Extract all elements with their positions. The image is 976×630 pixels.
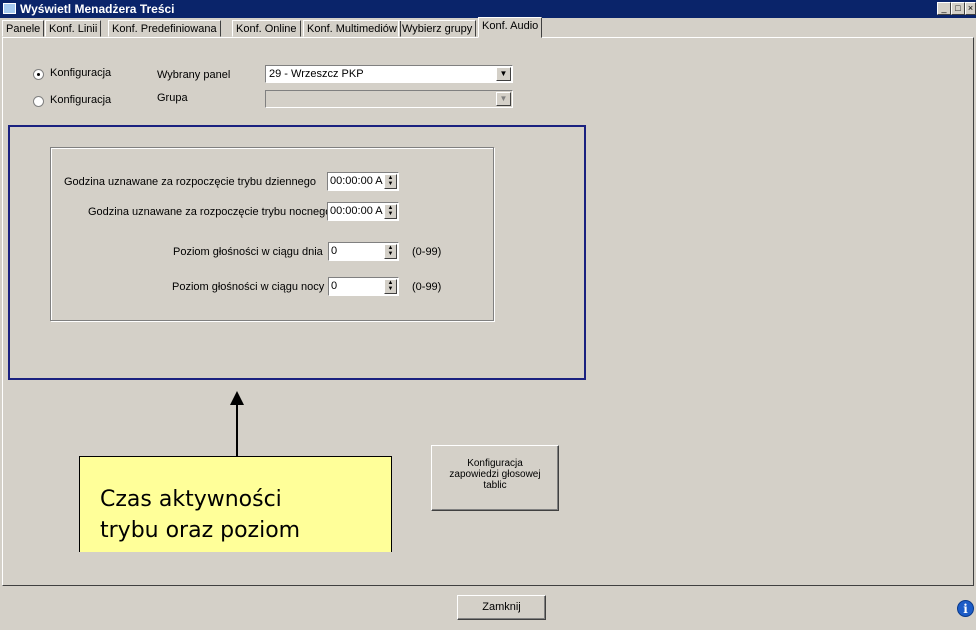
night-start-time-value: 00:00:00 AM <box>330 205 383 217</box>
tab-konf-audio[interactable]: Konf. Audio <box>478 17 543 38</box>
close-button[interactable]: Zamknij <box>457 595 546 620</box>
day-start-time-input[interactable]: 00:00:00 AM ▲▼ <box>327 172 399 191</box>
announcement-config-button[interactable]: Konfiguracja zapowiedzi głosowej tablic <box>431 445 559 511</box>
callout-text: Czas aktywności trybu oraz poziom <box>100 484 300 546</box>
arrow-up-icon <box>230 391 244 405</box>
group-select[interactable]: ▼ <box>265 90 513 108</box>
wybrany-panel-label: Wybrany panel <box>157 69 231 81</box>
app-icon <box>3 3 16 14</box>
radio-konfiguracja-panel[interactable] <box>33 69 44 80</box>
tab-konf-predefiniowana[interactable]: Konf. Predefiniowana <box>108 20 221 37</box>
night-volume-range: (0-99) <box>412 281 442 293</box>
panel-select-value: 29 - Wrzeszcz PKP <box>269 68 364 80</box>
day-start-label: Godzina uznawane za rozpoczęcie trybu dz… <box>64 176 316 188</box>
chevron-down-icon[interactable]: ▼ <box>496 92 511 106</box>
tab-konf-multimediow[interactable]: Konf. Multimediów <box>303 20 401 37</box>
audio-settings-group <box>50 147 494 321</box>
night-volume-value: 0 <box>331 280 338 292</box>
radio-label-grupa: Konfiguracja <box>50 94 112 106</box>
night-volume-input[interactable]: 0 ▲ ▼ <box>328 277 399 296</box>
window-title: Wyświetl Menadżera Treści <box>20 2 175 16</box>
day-start-time-value: 00:00:00 AM <box>330 175 383 187</box>
tab-wybierz-grupy[interactable]: Wybierz grupy <box>398 20 477 37</box>
day-volume-value: 0 <box>331 245 338 257</box>
minimize-button[interactable]: _ <box>937 2 951 15</box>
title-bar: Wyświetl Menadżera Treści _ □ × <box>0 0 976 18</box>
tab-konf-online[interactable]: Konf. Online <box>232 20 301 37</box>
radio-konfiguracja-grupa[interactable] <box>33 96 44 107</box>
grupa-label: Grupa <box>157 92 188 104</box>
night-start-time-input[interactable]: 00:00:00 AM ▲▼ <box>327 202 399 221</box>
maximize-button[interactable]: □ <box>951 2 965 15</box>
panel-select[interactable]: 29 - Wrzeszcz PKP ▼ <box>265 65 513 83</box>
chevron-down-icon[interactable]: ▼ <box>496 67 511 81</box>
announcement-config-line1: Konfiguracja <box>467 458 523 469</box>
day-volume-range: (0-99) <box>412 246 442 258</box>
spin-buttons-icon[interactable]: ▲ ▼ <box>384 279 397 294</box>
spin-buttons-icon[interactable]: ▲ ▼ <box>384 204 397 219</box>
announcement-config-line3: tablic <box>483 480 507 491</box>
arrow-shaft <box>236 404 238 457</box>
tab-panele[interactable]: Panele <box>2 20 45 37</box>
day-volume-label: Poziom głośności w ciągu dnia <box>173 246 323 258</box>
info-icon[interactable]: i <box>957 600 974 617</box>
night-volume-label: Poziom głośności w ciągu nocy <box>172 281 325 293</box>
callout-line-1: Czas aktywności <box>100 487 282 512</box>
spin-buttons-icon[interactable]: ▲ ▼ <box>384 174 397 189</box>
callout-box: Czas aktywności trybu oraz poziom <box>79 456 392 552</box>
radio-label-panel: Konfiguracja <box>50 67 112 79</box>
close-window-button[interactable]: × <box>965 2 976 15</box>
night-start-label: Godzina uznawane za rozpoczęcie trybu no… <box>88 206 332 218</box>
tab-konf-linii[interactable]: Konf. Linii <box>45 20 102 37</box>
spin-buttons-icon[interactable]: ▲ ▼ <box>384 244 397 259</box>
day-volume-input[interactable]: 0 ▲ ▼ <box>328 242 399 261</box>
announcement-config-line2: zapowiedzi głosowej <box>449 469 541 480</box>
callout-line-2: trybu oraz poziom <box>100 518 301 543</box>
